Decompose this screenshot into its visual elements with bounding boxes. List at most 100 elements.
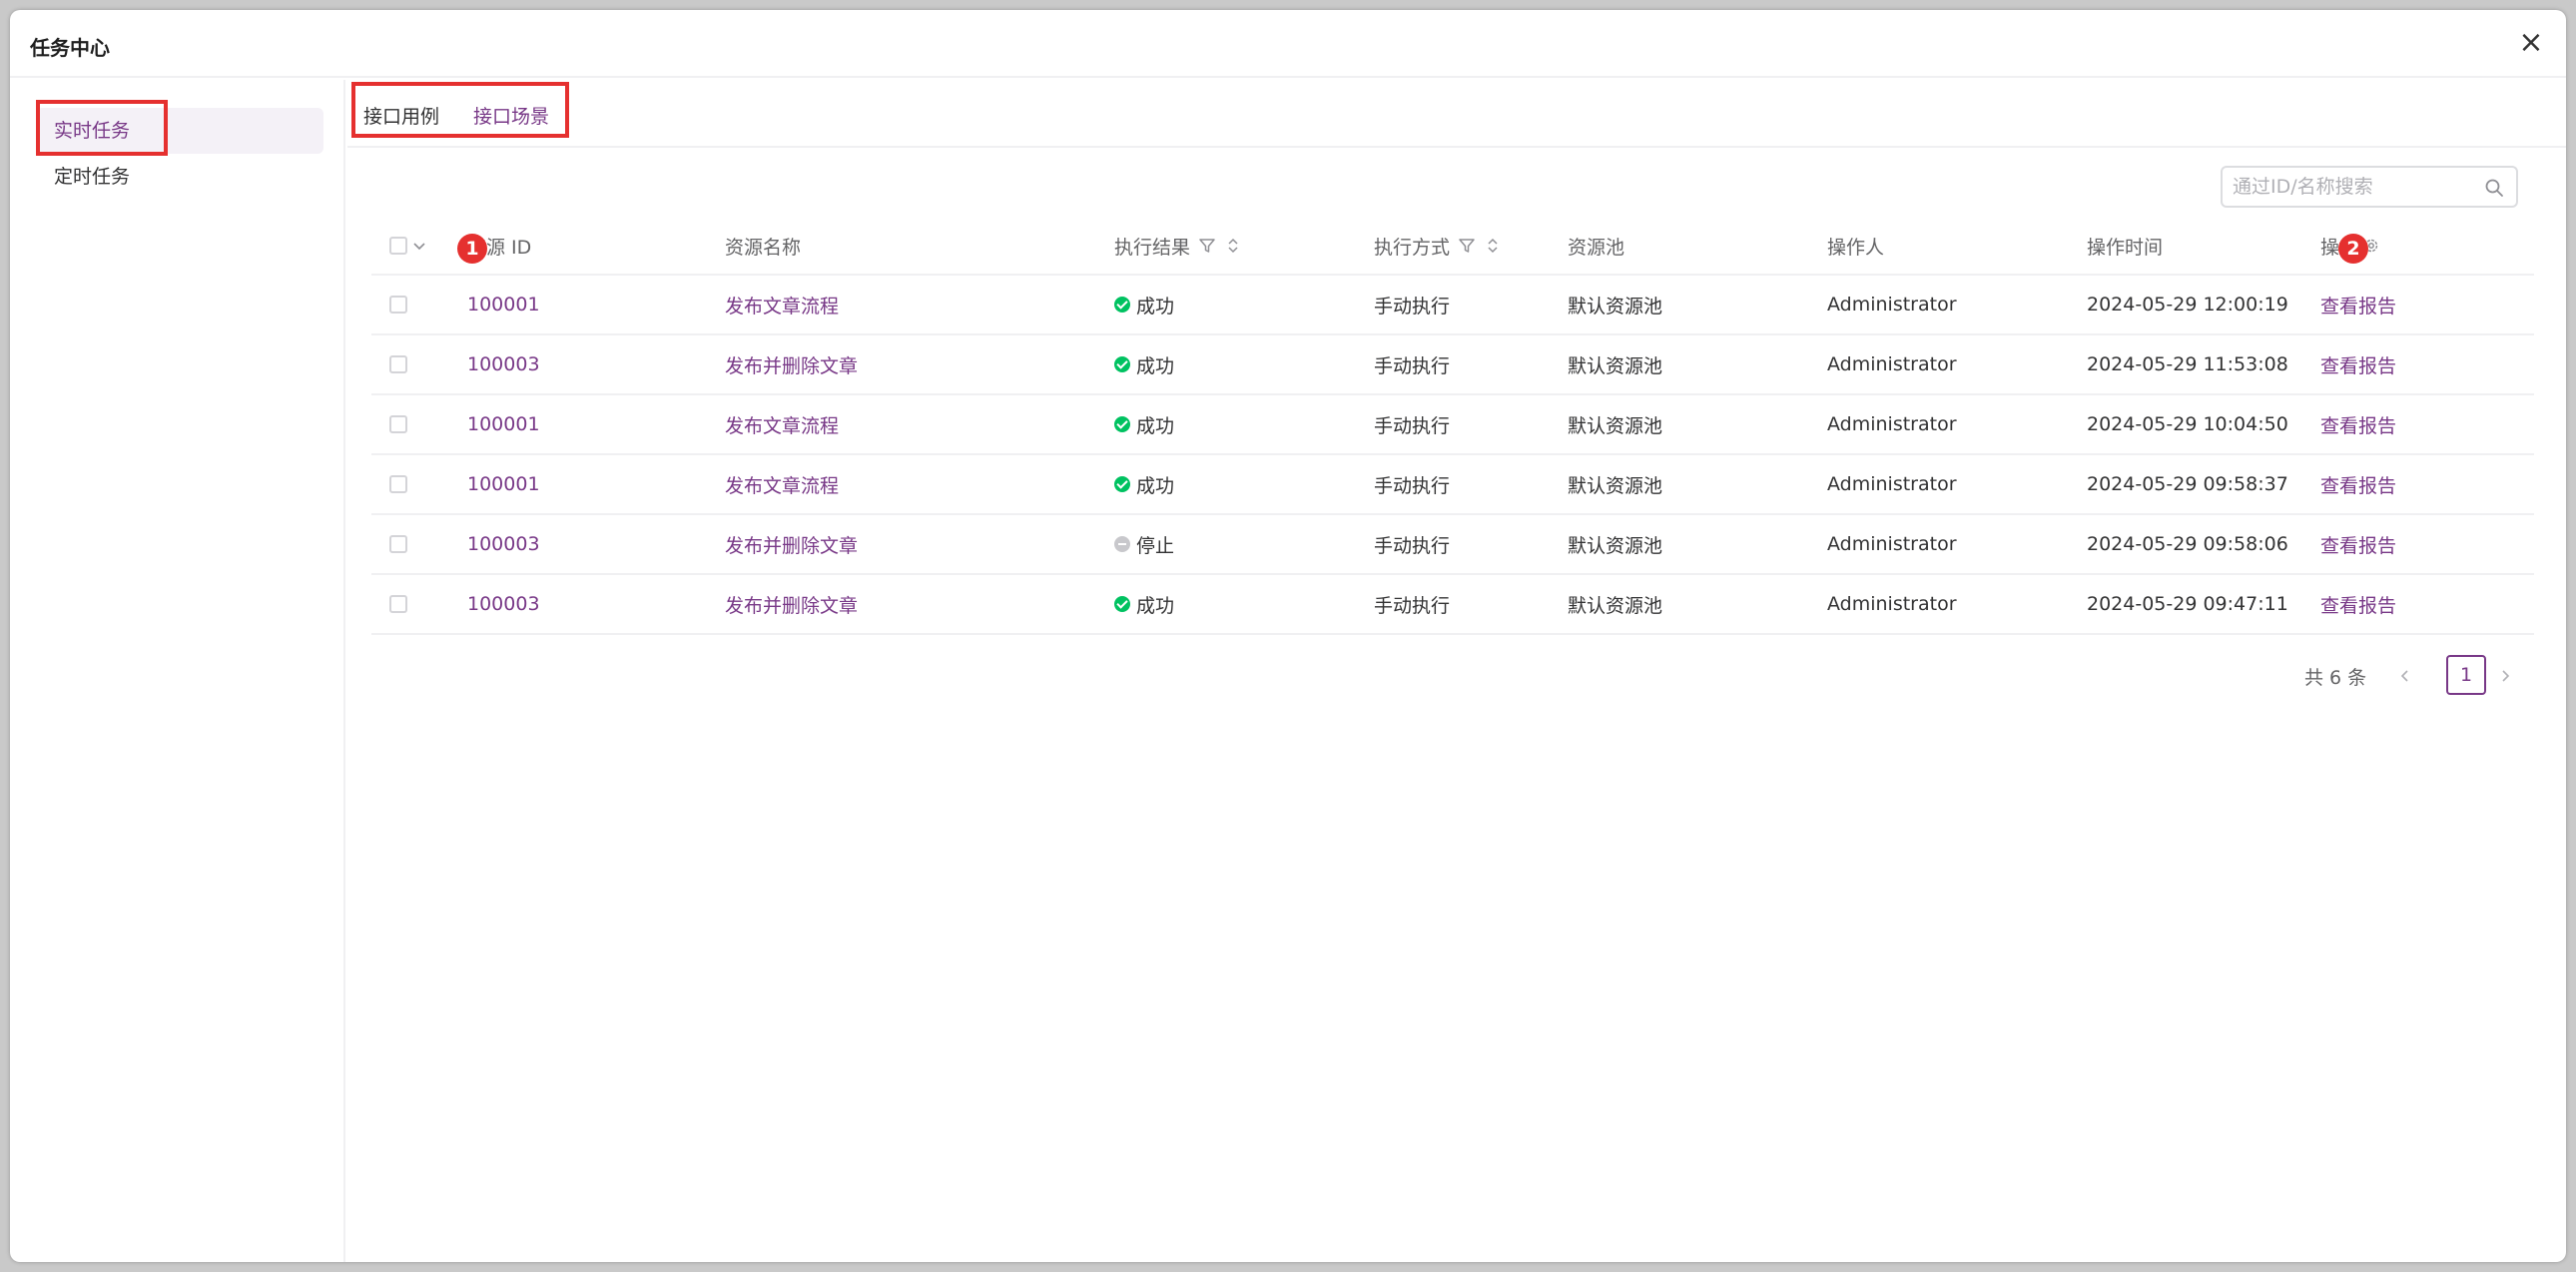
row-checkbox[interactable] [389,355,407,373]
row-checkbox[interactable] [389,535,407,553]
header-method-cell: 执行方式 [1374,218,1502,274]
resource-id-link[interactable]: 100003 [467,533,540,555]
page-number-button[interactable]: 1 [2446,655,2486,695]
view-report-link[interactable]: 查看报告 [2320,591,2396,618]
result-text: 成功 [1136,295,1175,318]
resource-id-link[interactable]: 100003 [467,353,540,375]
method-text: 手动执行 [1374,354,1451,377]
method-text: 手动执行 [1374,474,1451,497]
resource-name-link[interactable]: 发布文章流程 [725,471,839,498]
operator-cell: Administrator [1827,575,1957,633]
chevron-down-icon[interactable] [411,238,427,254]
sidebar-item-realtime-tasks[interactable]: 实时任务 [36,108,323,154]
prev-page-icon[interactable] [2390,661,2420,691]
resource-name-cell: 发布文章流程 [725,395,839,453]
method-cell: 手动执行 [1374,575,1450,633]
row-checkbox[interactable] [389,296,407,314]
time-text: 2024-05-29 09:47:11 [2087,593,2288,615]
view-report-cell: 查看报告 [2320,515,2396,573]
view-report-cell: 查看报告 [2320,455,2396,513]
time-cell: 2024-05-29 11:53:08 [2087,335,2288,393]
table-row: 100003 发布并删除文章 成功 手动执行 默认资源池 Administrator 202… [371,335,2534,395]
tab-api-scenarios[interactable]: 接口场景 [473,102,549,129]
view-report-link[interactable]: 查看报告 [2320,531,2396,558]
stopped-icon [1114,536,1130,552]
time-text: 2024-05-29 10:04:50 [2087,413,2288,435]
resource-id-link[interactable]: 100001 [467,473,540,495]
row-checkbox[interactable] [389,415,407,433]
pool-text: 默认资源池 [1568,594,1663,617]
resource-id-cell: 100003 [467,515,540,573]
row-checkbox-cell [389,455,407,513]
resource-id-cell: 100001 [467,395,540,453]
resource-name-link[interactable]: 发布并删除文章 [725,591,858,618]
table-row: 100003 发布并删除文章 停止 手动执行 默认资源池 Administrator 202… [371,515,2534,575]
resource-id-cell: 100003 [467,335,540,393]
next-page-icon[interactable] [2490,661,2520,691]
method-cell: 手动执行 [1374,276,1450,333]
pool-text: 默认资源池 [1568,354,1663,377]
table-row: 100003 发布并删除文章 成功 手动执行 默认资源池 Administrator 202… [371,575,2534,635]
resource-name-cell: 发布并删除文章 [725,575,858,633]
sidebar: 实时任务 定时任务 [10,80,345,1262]
select-all-checkbox[interactable] [389,237,407,255]
header-result-cell: 执行结果 [1114,218,1242,274]
time-text: 2024-05-29 09:58:37 [2087,473,2288,495]
table-body: 100001 发布文章流程 成功 手动执行 默认资源池 Administrator 2024… [371,276,2534,635]
pool-cell: 默认资源池 [1568,515,1662,573]
operator-text: Administrator [1827,294,1957,316]
operator-text: Administrator [1827,413,1957,435]
search-icon[interactable] [2484,178,2504,198]
task-center-modal: 任务中心 × 实时任务 定时任务 接口用例 接口场景 通过ID/名称搜索 资源 … [10,10,2566,1262]
view-report-cell: 查看报告 [2320,395,2396,453]
method-cell: 手动执行 [1374,455,1450,513]
row-checkbox[interactable] [389,595,407,613]
resource-id-cell: 100001 [467,455,540,513]
header-resource-name: 资源名称 [725,236,802,259]
modal-header: 任务中心 × [10,10,2566,78]
resource-name-link[interactable]: 发布并删除文章 [725,351,858,378]
resource-name-link[interactable]: 发布文章流程 [725,292,839,318]
filter-icon[interactable] [1458,237,1476,255]
resource-id-link[interactable]: 100001 [467,413,540,435]
resource-name-cell: 发布并删除文章 [725,515,858,573]
resource-name-cell: 发布并删除文章 [725,335,858,393]
time-text: 2024-05-29 12:00:19 [2087,294,2288,316]
success-icon [1114,297,1130,313]
result-cell: 停止 [1114,515,1174,573]
pool-cell: 默认资源池 [1568,575,1662,633]
resource-id-link[interactable]: 100003 [467,593,540,615]
resource-name-cell: 发布文章流程 [725,455,839,513]
filter-icon[interactable] [1198,237,1216,255]
success-icon [1114,356,1130,372]
sort-icon[interactable] [1484,237,1502,255]
result-cell: 成功 [1114,575,1174,633]
operator-cell: Administrator [1827,276,1957,333]
resource-name-link[interactable]: 发布并删除文章 [725,531,858,558]
view-report-link[interactable]: 查看报告 [2320,351,2396,378]
result-text: 成功 [1136,474,1175,497]
view-report-link[interactable]: 查看报告 [2320,471,2396,498]
time-cell: 2024-05-29 09:47:11 [2087,575,2288,633]
search-input[interactable] [2233,174,2472,200]
sidebar-item-scheduled-tasks[interactable]: 定时任务 [36,154,323,200]
pool-cell: 默认资源池 [1568,395,1662,453]
resource-id-link[interactable]: 100001 [467,294,540,316]
resource-id-cell: 100001 [467,276,540,333]
sort-icon[interactable] [1224,237,1242,255]
result-text: 成功 [1136,594,1175,617]
time-cell: 2024-05-29 10:04:50 [2087,395,2288,453]
method-cell: 手动执行 [1374,335,1450,393]
table-row: 100001 发布文章流程 成功 手动执行 默认资源池 Administrator 2024… [371,395,2534,455]
resource-name-link[interactable]: 发布文章流程 [725,411,839,438]
row-checkbox[interactable] [389,475,407,493]
result-cell: 成功 [1114,335,1174,393]
tab-api-cases[interactable]: 接口用例 [363,102,439,129]
method-text: 手动执行 [1374,295,1451,318]
resource-name-cell: 发布文章流程 [725,276,839,333]
close-icon[interactable]: × [2516,28,2546,58]
view-report-link[interactable]: 查看报告 [2320,292,2396,318]
operator-text: Administrator [1827,533,1957,555]
result-cell: 成功 [1114,276,1174,333]
view-report-link[interactable]: 查看报告 [2320,411,2396,438]
